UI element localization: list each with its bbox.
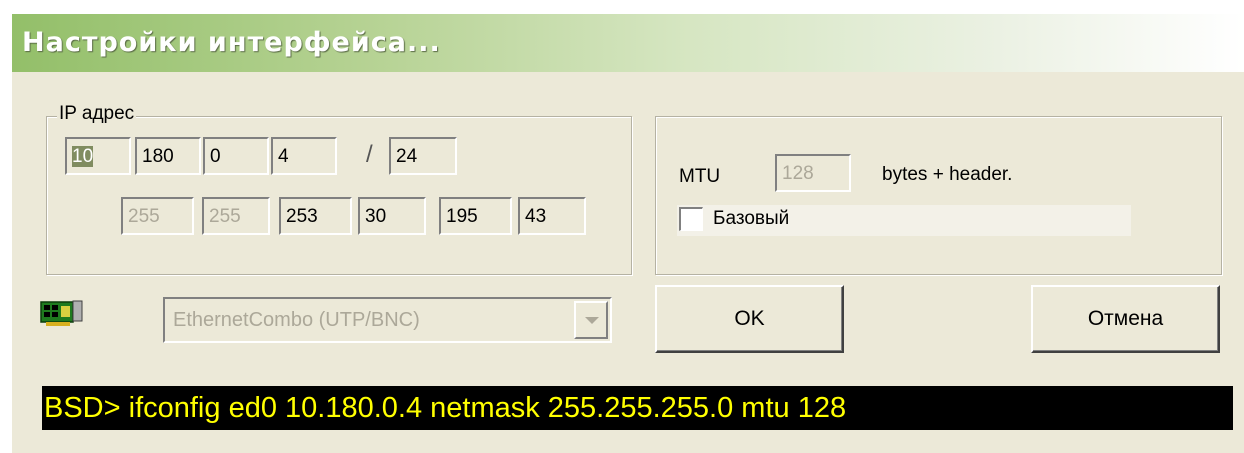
- base-checkbox-row[interactable]: Базовый: [677, 205, 1131, 236]
- mask-field-4[interactable]: 30: [358, 197, 426, 235]
- mask-field-1: 255: [121, 197, 194, 235]
- cancel-button[interactable]: Отмена: [1031, 285, 1220, 353]
- ip-octet-1-field[interactable]: 10: [65, 137, 131, 175]
- prefix-length-field[interactable]: 24: [389, 137, 457, 175]
- adapter-combo: EthernetCombo (UTP/BNC): [163, 297, 612, 343]
- base-checkbox[interactable]: [679, 207, 703, 231]
- base-checkbox-label[interactable]: Базовый: [713, 208, 789, 230]
- mtu-label: MTU: [679, 166, 721, 187]
- console-output: BSD> ifconfig ed0 10.180.0.4 netmask 255…: [42, 386, 1233, 430]
- mask-field-2: 255: [202, 197, 270, 235]
- ok-button[interactable]: OK: [655, 285, 844, 353]
- mask-field-6[interactable]: 43: [518, 197, 586, 235]
- mtu-group: [655, 116, 1222, 275]
- adapter-combo-dropdown-button: [574, 301, 608, 339]
- window-title: Настройки интерфейса...: [22, 27, 441, 58]
- interface-settings-dialog: Настройки интерфейса... IP адрес 10 180 …: [12, 14, 1244, 453]
- network-card-icon: [40, 300, 83, 326]
- mtu-field: 128: [775, 154, 851, 192]
- adapter-combo-value: EthernetCombo (UTP/BNC): [173, 309, 420, 331]
- ip-address-group-label: IP адрес: [57, 103, 137, 125]
- mask-field-5[interactable]: 195: [439, 197, 512, 235]
- ip-octet-4-field[interactable]: 4: [271, 137, 337, 175]
- ip-octet-3-field[interactable]: 0: [203, 137, 269, 175]
- mtu-suffix-label: bytes + header.: [882, 164, 1013, 185]
- ip-address-group: [46, 116, 632, 275]
- ip-octet-2-field[interactable]: 180: [135, 137, 201, 175]
- mask-field-3[interactable]: 253: [279, 197, 352, 235]
- chevron-down-icon: [585, 317, 599, 324]
- prefix-separator: /: [366, 141, 373, 168]
- title-bar: Настройки интерфейса...: [12, 14, 1244, 72]
